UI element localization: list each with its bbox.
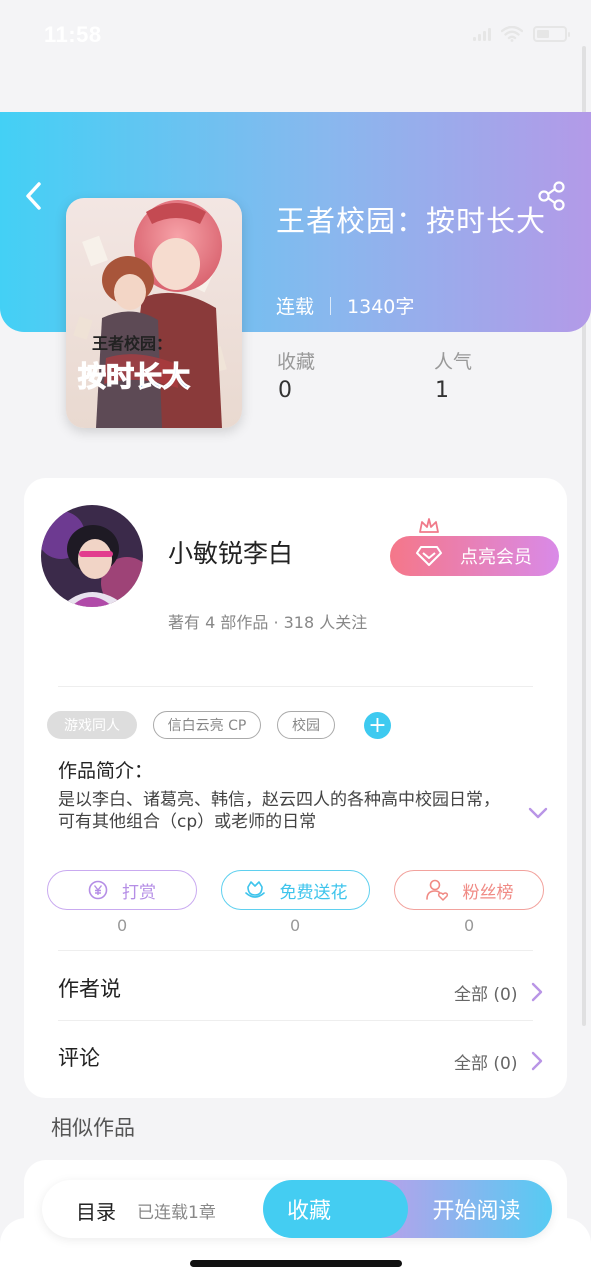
intro-label: 作品简介： [58,760,154,782]
crown-icon [419,518,439,533]
avatar[interactable] [41,505,143,607]
author-stats: 著有 4 部作品 · 318 人关注 [168,613,368,632]
flower-count: 0 [290,916,301,935]
word-count: 1340字 [347,296,415,318]
diamond-icon [416,546,442,566]
vip-button-label: 点亮会员 [460,547,532,568]
yen-coin-icon [88,880,108,900]
author-says-all[interactable]: 全部 (0) [454,980,517,1005]
tag-campus[interactable]: 校园 [277,711,335,739]
chevron-left-icon [26,182,41,210]
add-tag-button[interactable]: + [364,712,391,739]
status-time: 11:58 [44,22,102,47]
chevron-right-icon[interactable] [530,981,544,1003]
cover-title-line1: 王者校园： [92,334,172,353]
book-meta: 连载 1340字 [276,292,414,319]
favorite-button-label: 收藏 [287,1199,332,1224]
favorites-label: 收藏 [277,351,316,373]
fan-ranking-label: 粉丝榜 [462,882,514,903]
divider [58,686,533,687]
author-says-label[interactable]: 作者说 [58,973,121,1003]
tag-game-fanfic[interactable]: 游戏同人 [47,711,137,739]
fan-count: 0 [464,916,475,935]
similar-works-title: 相似作品 [51,1116,135,1140]
tip-count: 0 [117,916,128,935]
status-bar: 11:58 [0,0,591,72]
fan-ranking-button[interactable]: 粉丝榜 [394,870,544,910]
favorites-value: 0 [278,378,292,403]
cover-title-line2: 按时长大 [78,360,190,393]
author-name[interactable]: 小敏锐李白 [168,534,293,570]
table-of-contents-button[interactable]: 目录 [76,1196,116,1225]
vip-button[interactable]: 点亮会员 [390,536,559,576]
popularity-label: 人气 [434,351,473,373]
wifi-icon [501,26,523,42]
battery-icon [533,26,570,42]
chevron-right-icon[interactable] [530,1050,544,1072]
book-status: 连载 [276,296,315,318]
user-heart-icon [425,879,448,901]
popularity-value: 1 [435,378,449,403]
divider [58,950,533,951]
meta-separator [330,296,332,315]
favorite-button[interactable]: 收藏 [263,1180,408,1238]
cellular-signal-icon [473,27,491,41]
tip-button-label: 打赏 [122,882,156,903]
tag-cp[interactable]: 信白云亮 CP [153,711,261,739]
flower-icon [244,881,265,898]
book-cover[interactable]: 王者校园： 按时长大 [66,198,242,428]
back-button[interactable] [20,178,50,214]
divider [58,1020,533,1021]
comments-label[interactable]: 评论 [58,1042,100,1072]
chapter-count: 已连载1章 [137,1203,216,1223]
intro-text: 是以李白、诸葛亮、韩信，赵云四人的各种高中校园日常，可有其他组合（cp）或老师的… [58,790,500,832]
chevron-down-icon[interactable] [527,806,549,820]
start-reading-label: 开始阅读 [432,1199,521,1224]
book-title: 王者校园：按时长大 [276,204,547,238]
home-indicator [190,1260,402,1267]
comments-all[interactable]: 全部 (0) [454,1049,517,1074]
tip-button[interactable]: 打赏 [47,870,197,910]
status-icons [473,26,570,42]
send-flower-label: 免费送花 [279,882,348,903]
plus-icon: + [368,712,387,738]
send-flower-button[interactable]: 免费送花 [221,870,370,910]
